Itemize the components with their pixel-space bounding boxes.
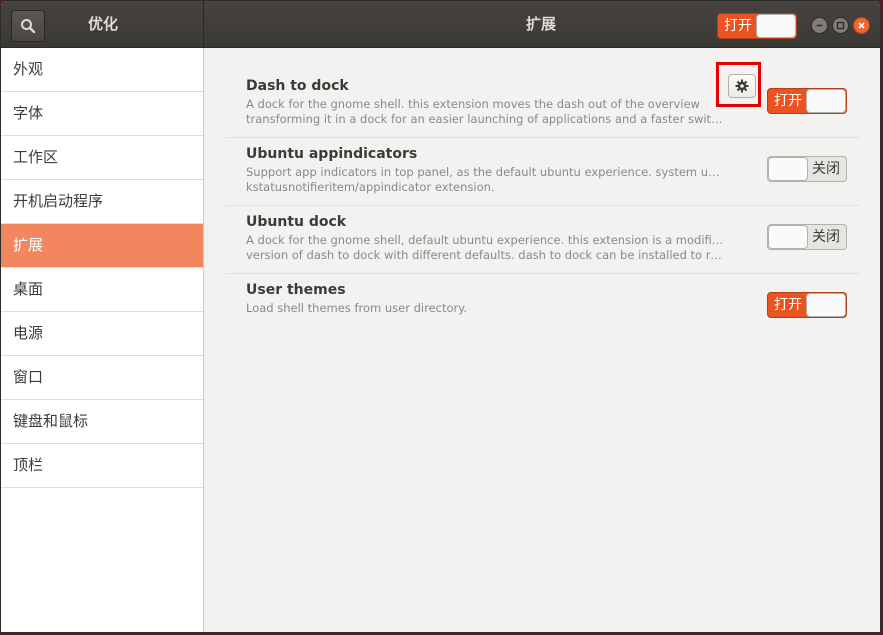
switch-knob xyxy=(768,225,808,249)
description-line: kstatusnotifieritem/appindicator extensi… xyxy=(246,180,495,194)
switch-knob xyxy=(756,14,796,38)
switch-knob xyxy=(806,293,846,317)
switch-knob xyxy=(768,157,808,181)
search-button[interactable] xyxy=(11,10,45,42)
extension-row-ubuntu-dock: Ubuntu dock A dock for the gnome shell, … xyxy=(226,206,859,274)
extension-settings-button[interactable] xyxy=(728,74,756,98)
minimize-icon xyxy=(816,24,823,27)
description-line: version of dash to dock with different d… xyxy=(246,248,726,262)
search-icon xyxy=(21,19,36,34)
extension-name: Ubuntu appindicators xyxy=(246,146,418,162)
sidebar-item-fonts[interactable]: 字体 xyxy=(1,92,203,136)
maximize-icon xyxy=(836,21,845,30)
extension-switch[interactable]: 关闭 xyxy=(767,224,847,250)
extension-switch[interactable]: 关闭 xyxy=(767,156,847,182)
extension-name: User themes xyxy=(246,282,346,298)
switch-label: 打开 xyxy=(724,18,752,34)
sidebar-item-workspaces[interactable]: 工作区 xyxy=(1,136,203,180)
extension-description: Support app indicators in top panel, as … xyxy=(246,165,726,195)
extensions-list: Dash to dock A dock for the gnome shell.… xyxy=(204,48,880,632)
switch-label: 关闭 xyxy=(812,161,840,177)
sidebar-item-startup-applications[interactable]: 开机启动程序 xyxy=(1,180,203,224)
sidebar-item-appearance[interactable]: 外观 xyxy=(1,48,203,92)
extension-row-user-themes: User themes Load shell themes from user … xyxy=(226,274,859,341)
sidebar-item-windows[interactable]: 窗口 xyxy=(1,356,203,400)
maximize-button[interactable] xyxy=(832,17,849,34)
page-title: 扩展 xyxy=(525,15,556,33)
extension-name: Dash to dock xyxy=(246,78,349,94)
close-button[interactable] xyxy=(853,17,870,34)
header-left: 优化 xyxy=(1,1,204,47)
settings-highlight-box xyxy=(716,62,761,107)
extension-description: A dock for the gnome shell. this extensi… xyxy=(246,97,726,127)
extensions-master-switch[interactable]: 打开 xyxy=(717,13,797,39)
sidebar-item-top-bar[interactable]: 顶栏 xyxy=(1,444,203,488)
sidebar-item-extensions[interactable]: 扩展 xyxy=(1,224,203,268)
description-line: A dock for the gnome shell. this extensi… xyxy=(246,97,700,111)
description-line: transforming it in a dock for an easier … xyxy=(246,112,723,126)
tweaks-window: 优化 扩展 打开 外观 字体 工作区 开机启动程序 扩展 桌面 电源 窗口 键盘… xyxy=(0,0,881,633)
extension-switch[interactable]: 打开 xyxy=(767,88,847,114)
switch-label: 打开 xyxy=(774,297,802,313)
extension-switch[interactable]: 打开 xyxy=(767,292,847,318)
extension-name: Ubuntu dock xyxy=(246,214,347,230)
extension-row-dash-to-dock: Dash to dock A dock for the gnome shell.… xyxy=(226,62,859,138)
description-line: A dock for the gnome shell, default ubun… xyxy=(246,233,726,247)
description-line: Load shell themes from user directory. xyxy=(246,301,468,315)
sidebar-item-power[interactable]: 电源 xyxy=(1,312,203,356)
gear-icon xyxy=(735,79,749,93)
close-icon xyxy=(858,22,865,29)
sidebar-item-desktop[interactable]: 桌面 xyxy=(1,268,203,312)
description-line: Support app indicators in top panel, as … xyxy=(246,165,726,179)
switch-label: 打开 xyxy=(774,93,802,109)
switch-knob xyxy=(806,89,846,113)
extension-description: A dock for the gnome shell, default ubun… xyxy=(246,233,726,263)
minimize-button[interactable] xyxy=(811,17,828,34)
extension-description: Load shell themes from user directory. xyxy=(246,301,726,316)
sidebar-item-keyboard-mouse[interactable]: 键盘和鼠标 xyxy=(1,400,203,444)
sidebar: 外观 字体 工作区 开机启动程序 扩展 桌面 电源 窗口 键盘和鼠标 顶栏 xyxy=(1,48,204,632)
window-controls xyxy=(811,17,870,34)
app-title: 优化 xyxy=(87,15,118,33)
extension-row-ubuntu-appindicators: Ubuntu appindicators Support app indicat… xyxy=(226,138,859,206)
switch-label: 关闭 xyxy=(812,229,840,245)
header-bar: 优化 扩展 打开 xyxy=(1,1,880,48)
